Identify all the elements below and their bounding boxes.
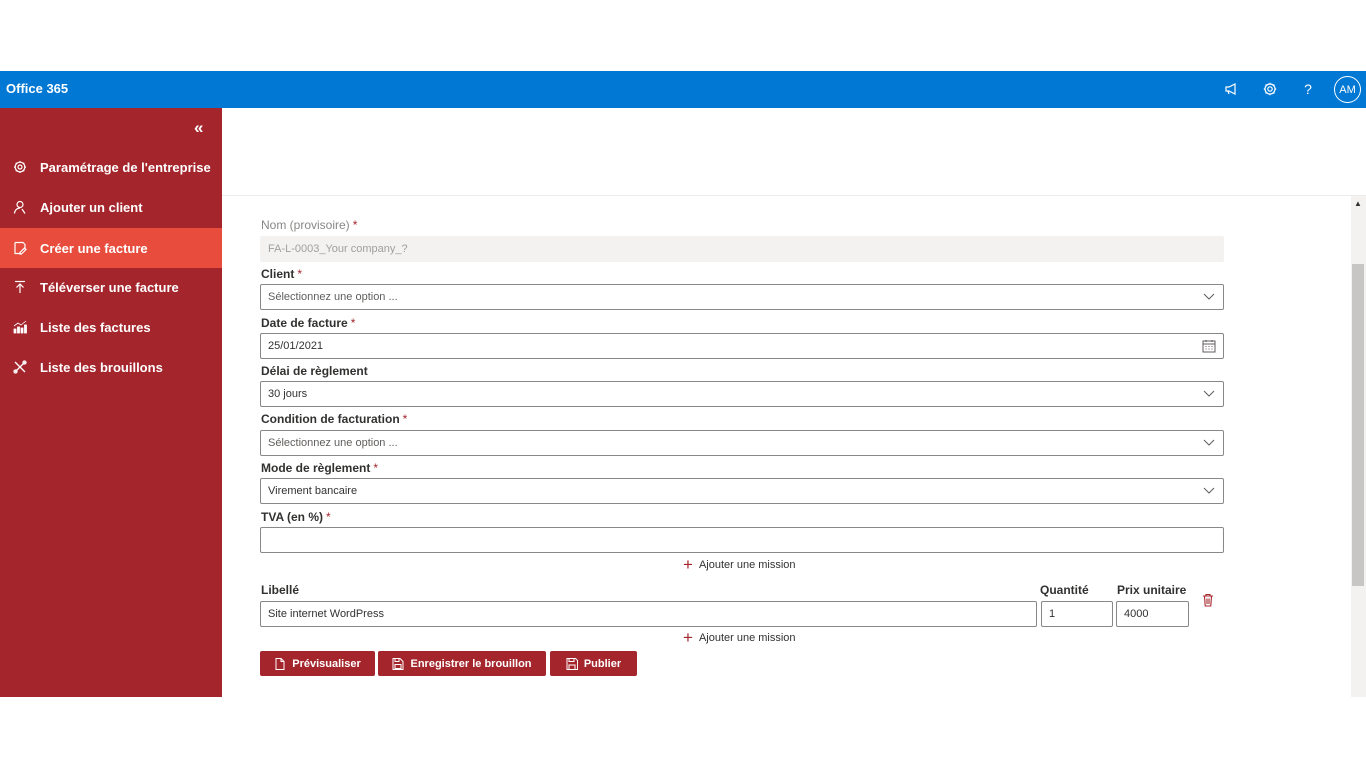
nom-label: Nom (provisoire) *	[261, 218, 358, 232]
sidebar-item-liste-factures[interactable]: Liste des factures	[0, 307, 222, 347]
calendar-icon[interactable]	[1202, 339, 1216, 353]
delai-dropdown[interactable]: 30 jours	[260, 381, 1224, 407]
chevron-down-icon	[1203, 487, 1215, 494]
app-brand[interactable]: Office 365	[6, 81, 68, 96]
sidebar-item-label: Ajouter un client	[40, 199, 143, 215]
document-icon	[275, 657, 285, 670]
chevron-down-icon	[1203, 390, 1215, 397]
scrollbar-thumb[interactable]	[1352, 264, 1364, 586]
save-icon	[566, 657, 578, 670]
chevron-down-icon	[1203, 439, 1215, 446]
edit-note-icon	[0, 241, 40, 255]
sidebar-item-televerser[interactable]: Téléverser une facture	[0, 267, 222, 307]
sidebar-item-creer-facture[interactable]: Créer une facture	[0, 228, 222, 268]
sidebar-item-label: Paramétrage de l'entreprise	[40, 159, 211, 175]
help-icon[interactable]: ?	[1299, 80, 1317, 98]
chart-icon	[0, 320, 40, 334]
sidebar-item-label: Créer une facture	[40, 240, 148, 256]
save-draft-button[interactable]: Enregistrer le brouillon	[378, 651, 546, 676]
date-picker[interactable]: 25/01/2021	[260, 333, 1224, 359]
sidebar-item-ajouter-client[interactable]: Ajouter un client	[0, 187, 222, 227]
condition-dropdown[interactable]: Sélectionnez une option ...	[260, 430, 1224, 456]
client-label: Client *	[261, 267, 303, 281]
condition-label: Condition de facturation *	[261, 412, 408, 426]
sidebar-item-parametrage[interactable]: Paramétrage de l'entreprise	[0, 147, 222, 187]
mode-dropdown[interactable]: Virement bancaire	[260, 478, 1224, 504]
nom-field: FA-L-0003_Your company_?	[260, 236, 1224, 262]
sidebar-item-label: Liste des brouillons	[40, 359, 163, 375]
delete-icon[interactable]	[1202, 593, 1214, 610]
vertical-scrollbar[interactable]: ▲	[1351, 196, 1366, 697]
plus-icon: +	[683, 555, 693, 574]
tva-input[interactable]	[260, 527, 1224, 553]
libelle-label: Libellé	[261, 583, 300, 597]
add-mission-button[interactable]: + Ajouter une mission	[683, 629, 796, 646]
scroll-up-icon[interactable]: ▲	[1354, 199, 1362, 208]
plus-icon: +	[683, 628, 693, 647]
quantite-label: Quantité	[1040, 583, 1089, 597]
mode-label: Mode de règlement *	[261, 461, 379, 475]
quantite-input[interactable]: 1	[1041, 601, 1113, 627]
megaphone-icon[interactable]	[1222, 80, 1240, 98]
collapse-sidebar-icon[interactable]: «	[194, 118, 203, 138]
prix-input[interactable]: 4000	[1116, 601, 1189, 627]
person-icon	[0, 200, 40, 214]
prix-label: Prix unitaire	[1117, 583, 1187, 597]
avatar[interactable]: AM	[1334, 76, 1361, 103]
publish-button[interactable]: Publier	[550, 651, 637, 676]
libelle-input[interactable]: Site internet WordPress	[260, 601, 1037, 627]
save-draft-icon	[392, 657, 404, 670]
preview-button[interactable]: Prévisualiser	[260, 651, 375, 676]
gear-icon[interactable]	[1261, 80, 1279, 98]
chevron-down-icon	[1203, 293, 1215, 300]
tva-label: TVA (en %) *	[261, 510, 331, 524]
top-bar: Office 365 ? AM	[0, 71, 1366, 108]
content-header	[222, 108, 1366, 196]
delai-label: Délai de règlement	[261, 364, 368, 378]
client-dropdown[interactable]: Sélectionnez une option ...	[260, 284, 1224, 310]
sidebar-item-liste-brouillons[interactable]: Liste des brouillons	[0, 347, 222, 387]
sidebar-item-label: Téléverser une facture	[40, 279, 179, 295]
add-mission-button[interactable]: + Ajouter une mission	[683, 556, 796, 573]
gear-icon	[0, 160, 40, 174]
upload-icon	[0, 280, 40, 294]
sidebar: « Paramétrage de l'entreprise Ajouter un…	[0, 108, 222, 697]
tools-icon	[0, 360, 40, 374]
sidebar-item-label: Liste des factures	[40, 319, 151, 335]
date-label: Date de facture *	[261, 316, 356, 330]
